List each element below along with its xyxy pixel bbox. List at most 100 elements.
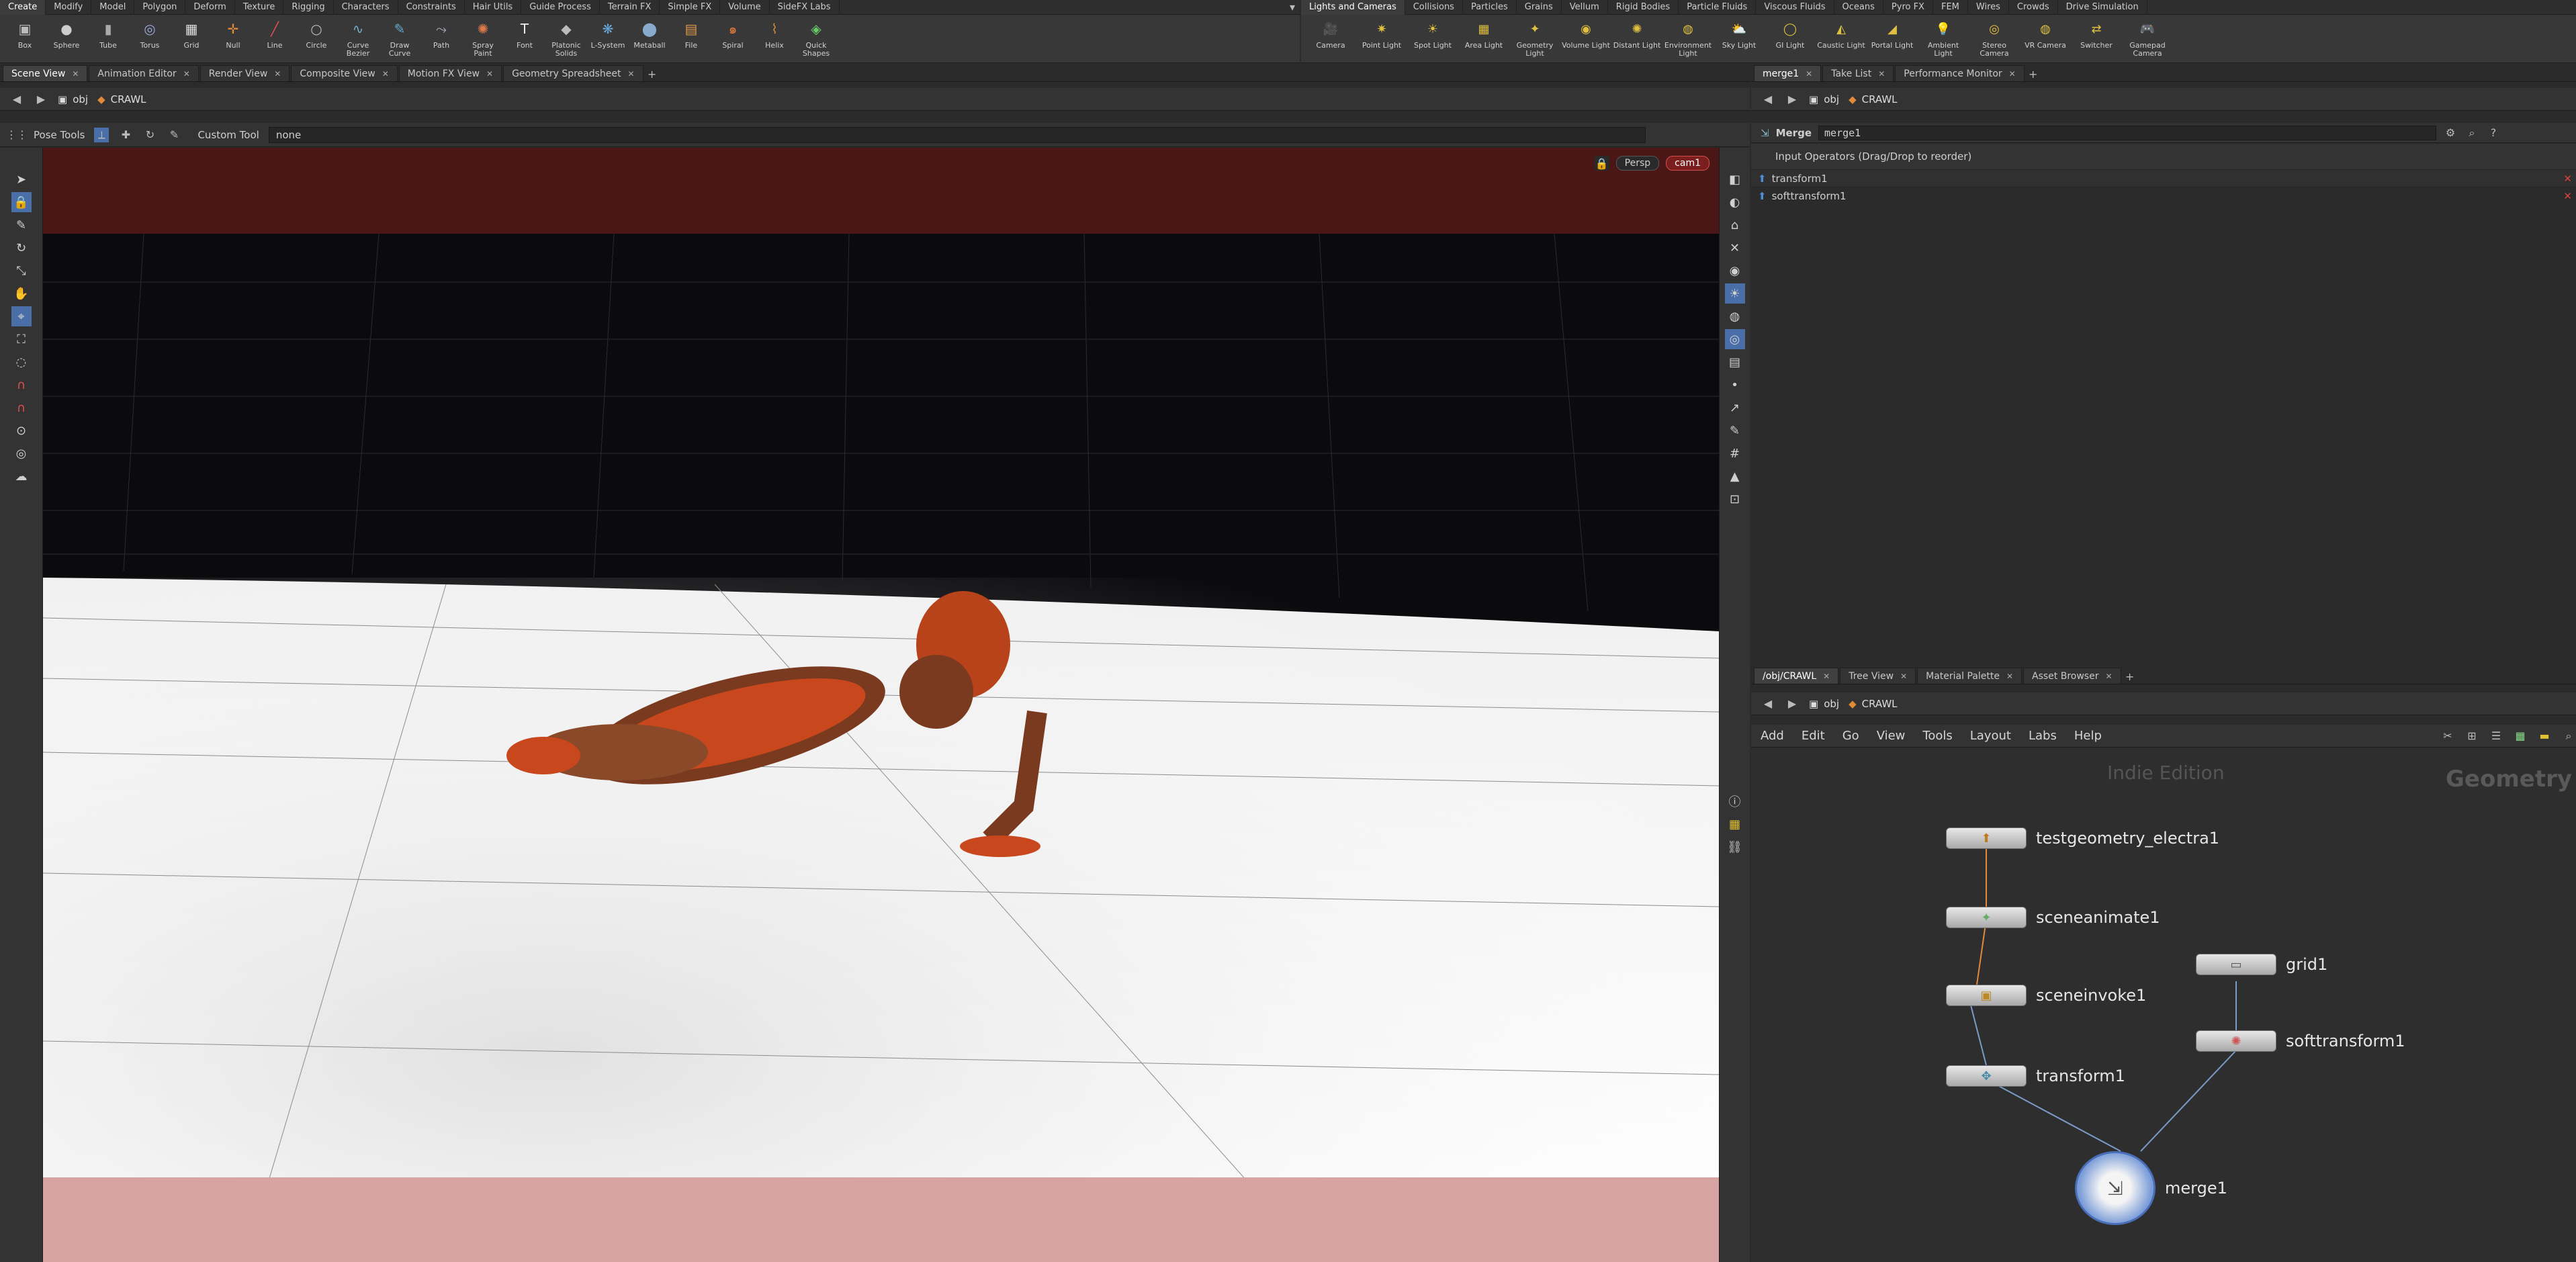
shelf-tab[interactable]: Texture: [235, 0, 284, 15]
pane-tab[interactable]: Animation Editor ✕: [89, 65, 199, 82]
paint-icon[interactable]: ▲: [1725, 466, 1745, 486]
shelf-tab[interactable]: Particles: [1463, 0, 1517, 15]
magnet-icon[interactable]: ∩: [11, 375, 32, 395]
viewport-3d[interactable]: 🔒 Persp cam1: [43, 148, 1719, 1262]
lock-camera-icon[interactable]: ⌂: [1725, 215, 1745, 235]
shelf-tab[interactable]: Lights and Cameras: [1301, 0, 1405, 15]
pane-tab[interactable]: Take List ✕: [1822, 65, 1894, 81]
sticky-icon[interactable]: ▬: [2537, 729, 2552, 743]
camera-icon[interactable]: ◎: [1724, 329, 1745, 349]
gear-icon[interactable]: ⚙: [2443, 126, 2458, 140]
node-body[interactable]: ▣: [1946, 985, 2027, 1006]
shelf-tab[interactable]: Rigid Bodies: [1608, 0, 1679, 15]
node-sceneinvoke[interactable]: ▣ sceneinvoke1: [1946, 985, 2146, 1006]
shelf-tab[interactable]: Guide Process: [521, 0, 600, 15]
pose-tool-icon[interactable]: ⟂: [94, 127, 109, 142]
brush-icon[interactable]: ✎: [11, 215, 32, 235]
light-icon[interactable]: ☀: [1724, 283, 1745, 304]
pane-tab[interactable]: merge1 ✕: [1754, 65, 1822, 82]
custom-tool-field[interactable]: none: [268, 126, 1646, 143]
shelf-tab[interactable]: Rigging: [283, 0, 334, 15]
network-editor[interactable]: Indie Edition Geometry ⬆ testgeometry_el…: [1751, 748, 2576, 1262]
shelf-tool[interactable]: ▣ Box: [4, 15, 46, 63]
magnet2-icon[interactable]: ∩: [11, 398, 32, 418]
network-menu-item[interactable]: View: [1877, 729, 1906, 743]
shelf-tab[interactable]: Collisions: [1405, 0, 1463, 15]
shelf-tool[interactable]: ▮ Tube: [87, 15, 129, 63]
close-tab-icon[interactable]: ✕: [2006, 668, 2013, 684]
shelf-tool[interactable]: ● Sphere: [46, 15, 87, 63]
pane-tab[interactable]: Scene View ✕: [3, 65, 88, 82]
add-param-tab-icon[interactable]: +: [2026, 66, 2041, 81]
light-tool[interactable]: ◉ Volume Light: [1560, 15, 1611, 63]
network-menu-item[interactable]: Go: [1842, 729, 1859, 743]
close-tab-icon[interactable]: ✕: [628, 66, 635, 82]
point-icon[interactable]: •: [1725, 375, 1745, 395]
viewport-lock-icon[interactable]: 🔒: [1594, 156, 1609, 171]
normal-icon[interactable]: ↗: [1725, 398, 1745, 418]
close-tab-icon[interactable]: ✕: [382, 66, 389, 82]
input-row[interactable]: ⬆ transform1 ✕: [1751, 169, 2576, 187]
pane-tab[interactable]: Performance Monitor ✕: [1895, 65, 2025, 82]
add-network-tab-icon[interactable]: +: [2123, 669, 2137, 684]
close-tab-icon[interactable]: ✕: [1806, 66, 1812, 82]
tree-icon[interactable]: ⊞: [2464, 729, 2479, 743]
shelf-tool[interactable]: ✎ Draw Curve: [379, 15, 420, 63]
forward-icon[interactable]: ▶: [34, 92, 48, 107]
eye-icon[interactable]: ◍: [1725, 306, 1745, 326]
pose-move-icon[interactable]: ✚: [118, 128, 133, 142]
shelf-tab[interactable]: Volume: [720, 0, 770, 15]
remove-input-icon[interactable]: ✕: [2563, 190, 2572, 202]
shelf-tab[interactable]: Constraints: [398, 0, 465, 15]
number-icon[interactable]: #: [1725, 443, 1745, 463]
node-name-field[interactable]: merge1: [1818, 125, 2436, 140]
shelf-tab[interactable]: Pyro FX: [1883, 0, 1933, 15]
shelf-menu-icon[interactable]: ▾: [1285, 0, 1300, 15]
light-tool[interactable]: ✦ Geometry Light: [1509, 15, 1560, 63]
pane-tab[interactable]: Motion FX View ✕: [398, 65, 502, 81]
shelf-tab[interactable]: Hair Utils: [465, 0, 522, 15]
node-body[interactable]: ✺: [2196, 1030, 2276, 1052]
shelf-tab[interactable]: Characters: [334, 0, 398, 15]
light-tool[interactable]: 💡 Ambient Light: [1918, 15, 1969, 63]
light-tool[interactable]: ▦ Area Light: [1458, 15, 1509, 63]
close-tab-icon[interactable]: ✕: [183, 66, 190, 82]
light-tool[interactable]: 🎥 Camera: [1305, 15, 1356, 63]
light-tool[interactable]: ◎ Stereo Camera: [1969, 15, 2020, 63]
shelf-tab[interactable]: Simple FX: [660, 0, 721, 15]
layout-icon[interactable]: ▦: [1725, 814, 1745, 834]
light-tool[interactable]: ◯ GI Light: [1765, 15, 1816, 63]
input-row[interactable]: ⬆ softtransform1 ✕: [1751, 187, 2576, 204]
light-tool[interactable]: ◢ Portal Light: [1867, 15, 1918, 63]
scale-icon[interactable]: ⤡: [11, 261, 32, 281]
light-tool[interactable]: ◭ Caustic Light: [1816, 15, 1867, 63]
toolbar-grid-icon[interactable]: ⋮⋮: [6, 128, 28, 142]
shelf-tool[interactable]: ╱ Line: [254, 15, 296, 63]
camera-menu[interactable]: cam1: [1666, 156, 1709, 171]
node-sceneanimate[interactable]: ✦ sceneanimate1: [1946, 907, 2160, 928]
shelf-tool[interactable]: ✺ Spray Paint: [462, 15, 504, 63]
pane-tab[interactable]: Material Palette ✕: [1917, 668, 2023, 684]
network-menu-item[interactable]: Layout: [1970, 729, 2011, 743]
snap-icon[interactable]: ⊙: [11, 420, 32, 441]
shelf-tool[interactable]: ❋ L-System: [587, 15, 629, 63]
flipbook-icon[interactable]: ▤: [1725, 352, 1745, 372]
shelf-tab[interactable]: Vellum: [1562, 0, 1608, 15]
close-tab-icon[interactable]: ✕: [72, 66, 79, 82]
param-path-object[interactable]: ◆ CRAWL: [1849, 93, 1897, 105]
network-back-icon[interactable]: ◀: [1761, 696, 1775, 711]
close-tab-icon[interactable]: ✕: [2009, 66, 2016, 82]
node-body[interactable]: ✥: [1946, 1065, 2027, 1087]
lasso-icon[interactable]: ◌: [11, 352, 32, 372]
shelf-tab[interactable]: FEM: [1933, 0, 1968, 15]
shading-icon[interactable]: ◉: [1725, 261, 1745, 281]
crop-icon[interactable]: ⛶: [11, 329, 32, 349]
view-persp-menu[interactable]: Persp: [1615, 156, 1660, 171]
shelf-tab[interactable]: Create: [0, 0, 46, 15]
shelf-tool[interactable]: ⌇ Helix: [754, 15, 795, 63]
network-path-context[interactable]: ▣ obj: [1809, 698, 1839, 710]
shelf-tab[interactable]: Terrain FX: [600, 0, 660, 15]
path-object[interactable]: ◆ CRAWL: [97, 93, 146, 105]
light-tool[interactable]: ⛅ Sky Light: [1714, 15, 1765, 63]
shelf-tab[interactable]: SideFX Labs: [770, 0, 840, 15]
